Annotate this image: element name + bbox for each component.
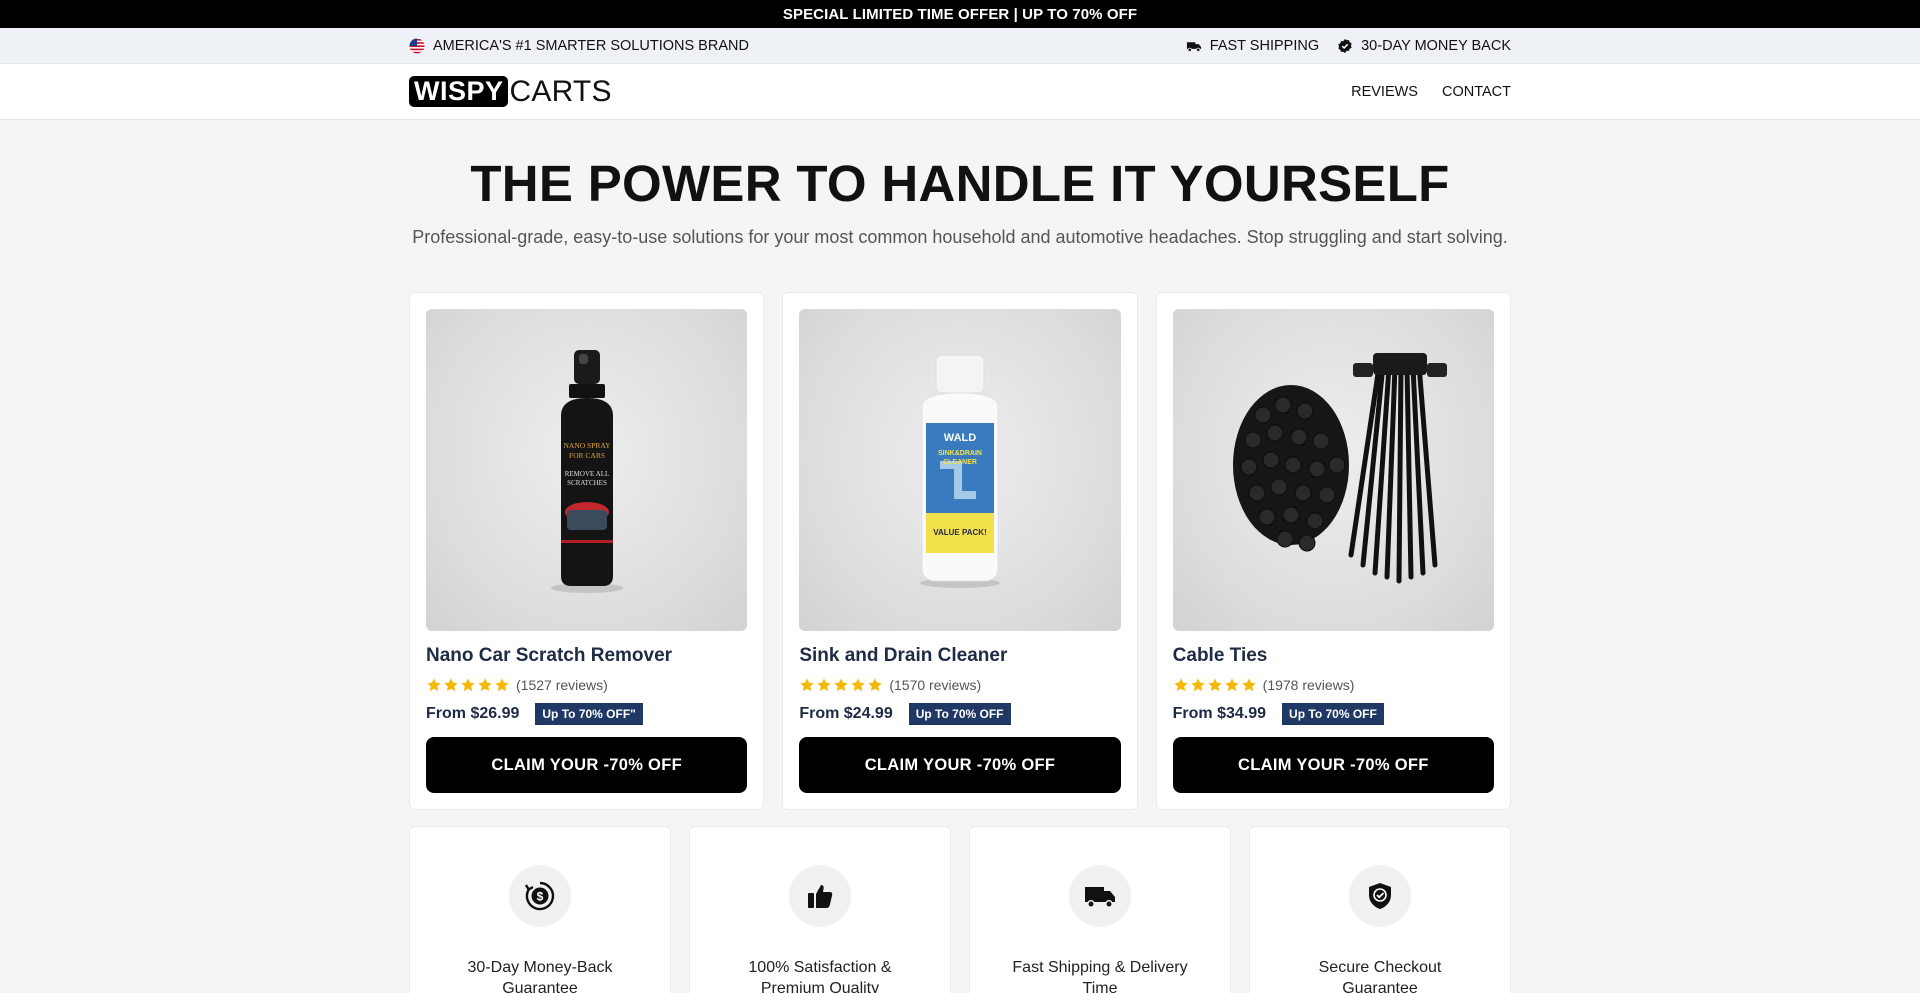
- review-count: (1527 reviews): [516, 677, 608, 693]
- product-grid: NANO SPRAY FOR CARS REMOVE ALL SCRATCHES…: [409, 292, 1511, 810]
- product-rating: (1570 reviews): [799, 677, 1120, 693]
- discount-badge: Up To 70% OFF: [908, 703, 1011, 725]
- product-name[interactable]: Nano Car Scratch Remover: [426, 645, 747, 667]
- product-image[interactable]: [1172, 309, 1494, 631]
- price-row: From $26.99 Up To 70% OFF": [426, 703, 747, 725]
- product-name[interactable]: Sink and Drain Cleaner: [799, 645, 1120, 667]
- trust-right: FAST SHIPPING 30-DAY MONEY BACK: [1186, 38, 1511, 54]
- star-icon: [427, 678, 441, 692]
- star-icon: [834, 678, 848, 692]
- main-nav: REVIEWS CONTACT: [1351, 84, 1511, 100]
- product-card[interactable]: WALD SINK&DRAIN CLEANER VALUE PACK! Sink…: [782, 292, 1138, 810]
- star-rating: [799, 677, 883, 693]
- price-row: From $24.99 Up To 70% OFF: [799, 703, 1120, 725]
- star-icon: [495, 678, 509, 692]
- nav-reviews[interactable]: REVIEWS: [1351, 84, 1418, 100]
- drain-label-3: CLEANER: [943, 459, 977, 466]
- nav-contact[interactable]: CONTACT: [1442, 84, 1511, 100]
- star-icon: [478, 678, 492, 692]
- product-name[interactable]: Cable Ties: [1173, 645, 1494, 667]
- cable-ties-image: [1233, 353, 1448, 584]
- spray-bottle-image: NANO SPRAY FOR CARS REMOVE ALL SCRATCHES: [550, 350, 623, 593]
- product-card[interactable]: NANO SPRAY FOR CARS REMOVE ALL SCRATCHES…: [409, 292, 765, 810]
- feature-card: Fast Shipping & Delivery Time: [969, 826, 1231, 993]
- star-icon: [1190, 678, 1205, 692]
- review-count: (1570 reviews): [889, 677, 982, 693]
- announcement-bar: SPECIAL LIMITED TIME OFFER | UP TO 70% O…: [0, 0, 1920, 28]
- hero-title: THE POWER TO HANDLE IT YOURSELF: [470, 155, 1450, 212]
- star-icon: [800, 678, 814, 692]
- feature-card: 100% Satisfaction & Premium Quality: [689, 826, 951, 993]
- trust-brand-text: AMERICA'S #1 SMARTER SOLUTIONS BRAND: [433, 37, 749, 54]
- product-rating: (1978 reviews): [1173, 677, 1494, 693]
- trust-money-back-text: 30-DAY MONEY BACK: [1361, 37, 1511, 54]
- hero: THE POWER TO HANDLE IT YOURSELF Professi…: [0, 120, 1920, 248]
- us-flag-icon: [409, 38, 425, 54]
- trust-shipping-text: FAST SHIPPING: [1209, 37, 1320, 54]
- feature-card: $ 30-Day Money-Back Guarantee: [409, 826, 671, 993]
- hero-subtitle: Professional-grade, easy-to-use solution…: [412, 227, 1508, 247]
- spray-label-1: NANO SPRAY: [563, 441, 611, 450]
- star-icon: [1241, 678, 1256, 692]
- star-icon: [461, 678, 475, 692]
- announcement-text: SPECIAL LIMITED TIME OFFER | UP TO 70% O…: [782, 5, 1138, 23]
- discount-badge: Up To 70% OFF": [535, 703, 643, 725]
- feature-grid: $ 30-Day Money-Back Guarantee 100% Satis…: [409, 826, 1511, 993]
- trust-bar: AMERICA'S #1 SMARTER SOLUTIONS BRAND FAS…: [0, 28, 1920, 64]
- product-card[interactable]: Cable Ties (1978 reviews) From $34.99 Up…: [1155, 292, 1511, 810]
- svg-text:$: $: [537, 890, 544, 904]
- star-icon: [817, 678, 831, 692]
- star-rating: [426, 677, 510, 693]
- trust-item-shipping: FAST SHIPPING: [1186, 38, 1319, 54]
- star-rating: [1173, 677, 1257, 693]
- feature-label: Fast Shipping & Delivery Time: [1012, 959, 1188, 993]
- thumbs-up-icon: [789, 865, 851, 927]
- drain-bottle-image: WALD SINK&DRAIN CLEANER VALUE PACK!: [919, 354, 1000, 588]
- feature-label: 100% Satisfaction & Premium Quality: [748, 959, 892, 993]
- logo-text: CARTS: [509, 74, 612, 108]
- product-price: From $24.99: [799, 705, 893, 722]
- star-icon: [851, 678, 865, 692]
- review-count: (1978 reviews): [1262, 677, 1355, 693]
- product-price: From $34.99: [1172, 705, 1267, 722]
- product-image[interactable]: NANO SPRAY FOR CARS REMOVE ALL SCRATCHES: [426, 309, 748, 631]
- shield-check-icon: [1349, 865, 1411, 927]
- trust-left: AMERICA'S #1 SMARTER SOLUTIONS BRAND: [409, 38, 749, 54]
- star-icon: [1224, 678, 1239, 692]
- feature-label: Secure Checkout Guarantee: [1318, 959, 1442, 993]
- star-icon: [444, 678, 458, 692]
- spray-label-4: SCRATCHES: [567, 479, 607, 487]
- logo-box: WISPY: [409, 76, 508, 107]
- feature-label: 30-Day Money-Back Guarantee: [467, 959, 613, 993]
- claim-offer-button[interactable]: CLAIM YOUR -70% OFF: [1172, 737, 1494, 793]
- trust-item-money-back: 30-DAY MONEY BACK: [1337, 38, 1511, 54]
- money-back-icon: $: [509, 865, 571, 927]
- claim-offer-button[interactable]: CLAIM YOUR -70% OFF: [426, 737, 748, 793]
- truck-icon: [1069, 865, 1131, 927]
- drain-label-1: WALD: [944, 432, 976, 444]
- spray-label-2: FOR CARS: [569, 451, 605, 460]
- logo[interactable]: WISPY CARTS: [409, 75, 612, 109]
- feature-card: Secure Checkout Guarantee: [1249, 826, 1511, 993]
- check-badge-icon: [1337, 38, 1353, 54]
- star-icon: [1207, 678, 1222, 692]
- drain-label-4: VALUE PACK!: [933, 528, 986, 537]
- spray-label-3: REMOVE ALL: [564, 470, 609, 478]
- product-price: From $26.99: [426, 705, 520, 722]
- star-icon: [868, 678, 882, 692]
- star-icon: [1173, 678, 1188, 692]
- price-row: From $34.99 Up To 70% OFF: [1173, 703, 1494, 725]
- discount-badge: Up To 70% OFF: [1282, 703, 1384, 725]
- claim-offer-button[interactable]: CLAIM YOUR -70% OFF: [799, 737, 1121, 793]
- product-image[interactable]: WALD SINK&DRAIN CLEANER VALUE PACK!: [799, 309, 1121, 631]
- drain-label-2: SINK&DRAIN: [938, 450, 982, 457]
- product-rating: (1527 reviews): [426, 677, 747, 693]
- site-header: WISPY CARTS REVIEWS CONTACT: [0, 64, 1920, 120]
- truck-icon: [1186, 38, 1202, 54]
